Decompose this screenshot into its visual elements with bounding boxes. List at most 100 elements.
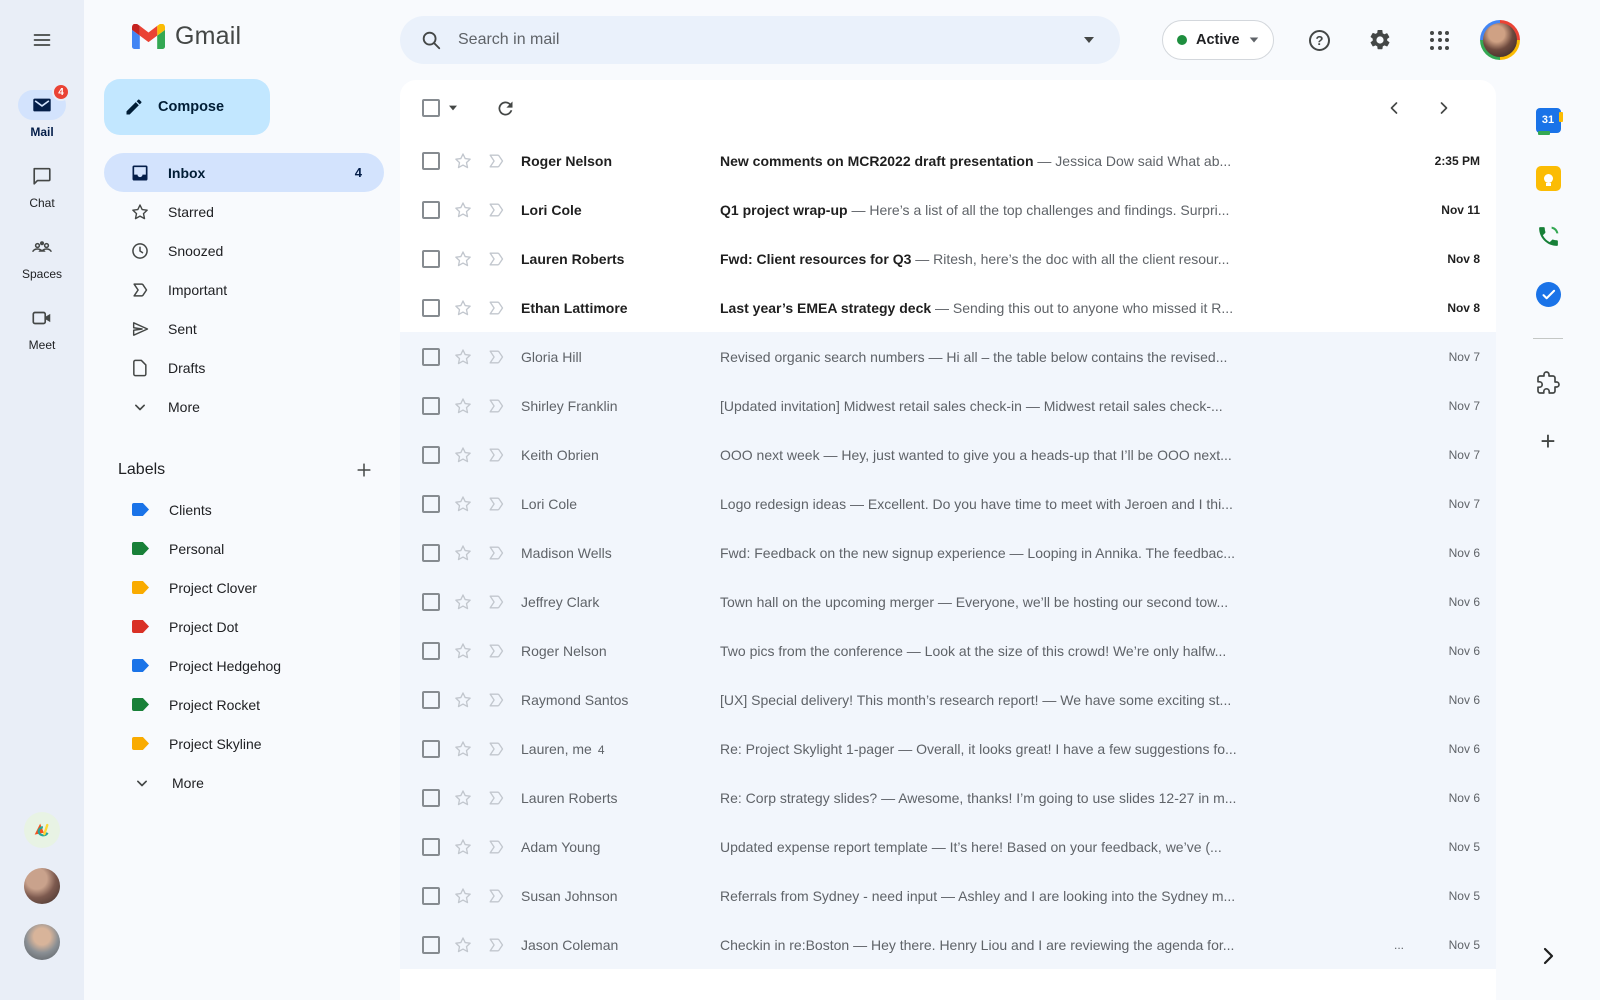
star-icon[interactable] xyxy=(453,151,473,171)
label-item-project-rocket[interactable]: Project Rocket xyxy=(104,685,384,724)
collapse-panel-button[interactable] xyxy=(1534,942,1562,970)
star-icon[interactable] xyxy=(453,788,473,808)
google-apps-button[interactable] xyxy=(1420,20,1460,60)
rail-item-spaces[interactable]: Spaces xyxy=(18,232,66,281)
workspace-logo-avatar[interactable] xyxy=(24,812,60,848)
important-marker-icon[interactable] xyxy=(486,837,506,857)
important-marker-icon[interactable] xyxy=(486,494,506,514)
star-icon[interactable] xyxy=(453,494,473,514)
search-options-button[interactable] xyxy=(1078,31,1100,49)
keep-button[interactable] xyxy=(1534,164,1562,192)
older-page-button[interactable] xyxy=(1424,88,1464,128)
compose-button[interactable]: Compose xyxy=(104,79,270,135)
star-icon[interactable] xyxy=(453,445,473,465)
email-row[interactable]: Susan Johnson Referrals from Sydney - ne… xyxy=(400,871,1496,920)
important-marker-icon[interactable] xyxy=(486,151,506,171)
star-icon[interactable] xyxy=(453,347,473,367)
important-marker-icon[interactable] xyxy=(486,396,506,416)
email-row[interactable]: Lauren, me 4 Re: Project Skylight 1-pager… xyxy=(400,724,1496,773)
row-checkbox[interactable] xyxy=(422,935,440,954)
star-icon[interactable] xyxy=(453,200,473,220)
star-icon[interactable] xyxy=(453,592,473,612)
label-item-project-skyline[interactable]: Project Skyline xyxy=(104,724,384,763)
addons-button[interactable] xyxy=(1534,369,1562,397)
label-item-more[interactable]: More xyxy=(104,763,384,802)
availability-status[interactable]: Active xyxy=(1162,20,1274,60)
star-icon[interactable] xyxy=(453,690,473,710)
sidebar-item-important[interactable]: Important xyxy=(104,270,384,309)
important-marker-icon[interactable] xyxy=(486,543,506,563)
sidebar-item-more[interactable]: More xyxy=(104,387,384,426)
important-marker-icon[interactable] xyxy=(486,592,506,612)
email-row[interactable]: Keith Obrien OOO next week — Hey, just w… xyxy=(400,430,1496,479)
email-row[interactable]: Jason Coleman Checkin in re:Boston — Hey… xyxy=(400,920,1496,969)
email-row[interactable]: Adam Young Updated expense report templa… xyxy=(400,822,1496,871)
email-row[interactable]: Shirley Franklin [Updated invitation] Mi… xyxy=(400,381,1496,430)
star-icon[interactable] xyxy=(453,886,473,906)
row-checkbox[interactable] xyxy=(422,690,440,709)
email-row[interactable]: Lori Cole Logo redesign ideas — Excellen… xyxy=(400,479,1496,528)
row-checkbox[interactable] xyxy=(422,739,440,758)
important-marker-icon[interactable] xyxy=(486,298,506,318)
important-marker-icon[interactable] xyxy=(486,690,506,710)
calendar-button[interactable]: 31 xyxy=(1534,106,1563,135)
important-marker-icon[interactable] xyxy=(486,788,506,808)
label-item-clients[interactable]: Clients xyxy=(104,490,384,529)
important-marker-icon[interactable] xyxy=(486,886,506,906)
email-row[interactable]: Madison Wells Fwd: Feedback on the new s… xyxy=(400,528,1496,577)
important-marker-icon[interactable] xyxy=(486,739,506,759)
sidebar-item-starred[interactable]: Starred xyxy=(104,192,384,231)
email-row[interactable]: Roger Nelson Two pics from the conferenc… xyxy=(400,626,1496,675)
star-icon[interactable] xyxy=(453,543,473,563)
email-row[interactable]: Lauren Roberts Re: Corp strategy slides?… xyxy=(400,773,1496,822)
star-icon[interactable] xyxy=(453,396,473,416)
row-checkbox[interactable] xyxy=(422,592,440,611)
star-icon[interactable] xyxy=(453,641,473,661)
star-icon[interactable] xyxy=(453,739,473,759)
voice-button[interactable] xyxy=(1534,222,1562,250)
important-marker-icon[interactable] xyxy=(486,445,506,465)
newer-page-button[interactable] xyxy=(1374,88,1414,128)
search-bar[interactable] xyxy=(400,16,1120,64)
row-checkbox[interactable] xyxy=(422,249,440,268)
star-icon[interactable] xyxy=(453,935,473,955)
select-options-button[interactable] xyxy=(443,100,463,116)
label-item-project-clover[interactable]: Project Clover xyxy=(104,568,384,607)
important-marker-icon[interactable] xyxy=(486,641,506,661)
email-row[interactable]: Lori Cole Q1 project wrap-up — Here’s a … xyxy=(400,185,1496,234)
create-label-button[interactable] xyxy=(350,456,378,484)
sidebar-item-sent[interactable]: Sent xyxy=(104,309,384,348)
contact-avatar-2[interactable] xyxy=(24,924,60,960)
get-addons-button[interactable]: + xyxy=(1534,427,1562,455)
row-checkbox[interactable] xyxy=(422,200,440,219)
search-input[interactable] xyxy=(456,30,1064,50)
sidebar-item-drafts[interactable]: Drafts xyxy=(104,348,384,387)
row-checkbox[interactable] xyxy=(422,494,440,513)
settings-button[interactable] xyxy=(1360,20,1400,60)
email-row[interactable]: Gloria Hill Revised organic search numbe… xyxy=(400,332,1496,381)
important-marker-icon[interactable] xyxy=(486,200,506,220)
label-item-personal[interactable]: Personal xyxy=(104,529,384,568)
star-icon[interactable] xyxy=(453,837,473,857)
label-item-project-dot[interactable]: Project Dot xyxy=(104,607,384,646)
rail-item-mail[interactable]: 4 Mail xyxy=(18,83,70,139)
email-row[interactable]: Roger Nelson New comments on MCR2022 dra… xyxy=(400,136,1496,185)
row-checkbox[interactable] xyxy=(422,445,440,464)
label-item-project-hedgehog[interactable]: Project Hedgehog xyxy=(104,646,384,685)
row-checkbox[interactable] xyxy=(422,886,440,905)
rail-item-meet[interactable]: Meet xyxy=(18,303,66,352)
email-row[interactable]: Jeffrey Clark Town hall on the upcoming … xyxy=(400,577,1496,626)
row-checkbox[interactable] xyxy=(422,347,440,366)
tasks-button[interactable] xyxy=(1534,280,1562,308)
row-checkbox[interactable] xyxy=(422,543,440,562)
row-checkbox[interactable] xyxy=(422,151,440,170)
important-marker-icon[interactable] xyxy=(486,249,506,269)
row-checkbox[interactable] xyxy=(422,788,440,807)
contact-avatar-1[interactable] xyxy=(24,868,60,904)
row-checkbox[interactable] xyxy=(422,837,440,856)
important-marker-icon[interactable] xyxy=(486,347,506,367)
email-row[interactable]: Ethan Lattimore Last year’s EMEA strateg… xyxy=(400,283,1496,332)
profile-avatar[interactable] xyxy=(1479,20,1520,60)
email-row[interactable]: Lauren Roberts Fwd: Client resources for… xyxy=(400,234,1496,283)
row-checkbox[interactable] xyxy=(422,396,440,415)
